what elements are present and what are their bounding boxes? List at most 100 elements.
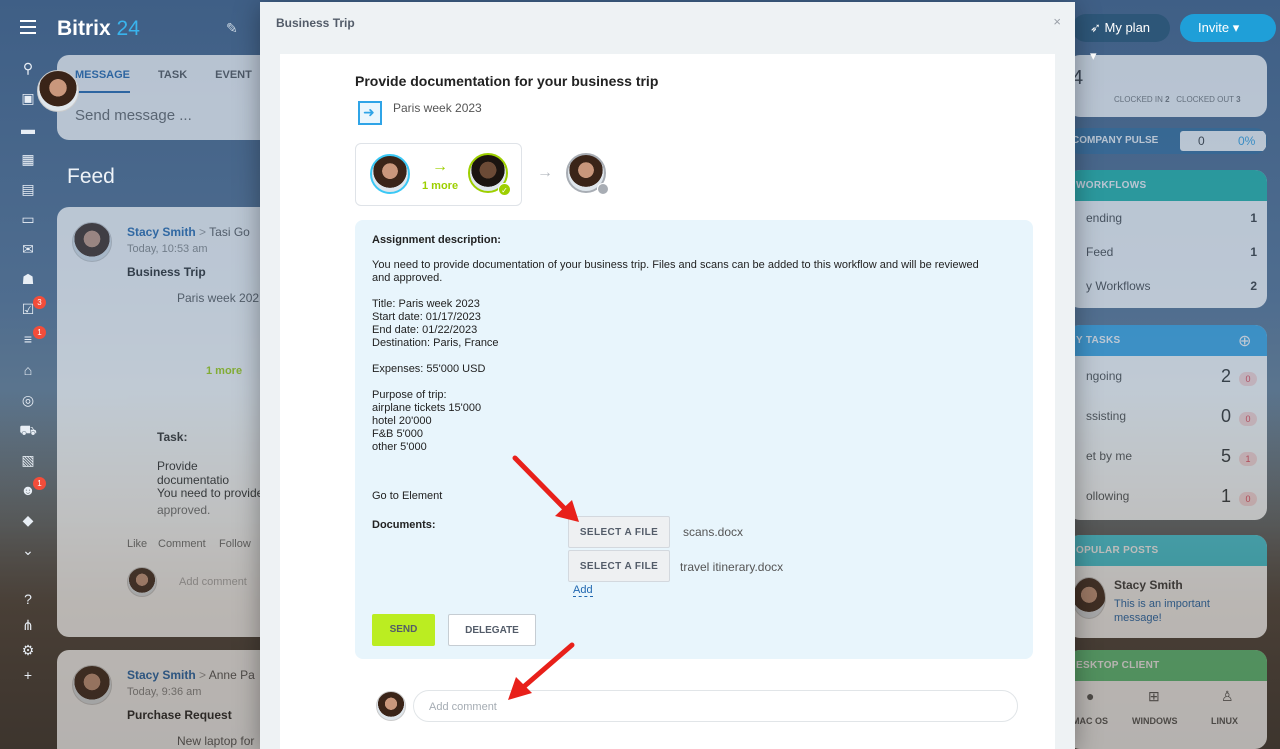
tab-message[interactable]: MESSAGE <box>75 69 131 93</box>
popular-author[interactable]: Stacy Smith <box>1114 578 1183 592</box>
post-document[interactable]: New laptop for <box>177 734 254 748</box>
sidebar-feed-icon[interactable]: ▣ <box>19 89 37 107</box>
desktop-title: ESKTOP CLIENT <box>1068 650 1267 681</box>
trip-detail: Destination: Paris, France <box>372 337 499 349</box>
task-row[interactable]: ngoing 2 0 <box>1068 356 1267 396</box>
task-row[interactable]: et by me 5 1 <box>1068 436 1267 476</box>
avatar[interactable] <box>37 70 79 112</box>
my-plan-button[interactable]: ➶ My plan ▾ <box>1072 14 1170 63</box>
page-title: Provide documentation for your business … <box>355 73 659 89</box>
post-follow[interactable]: Follow <box>219 538 251 550</box>
popular-text[interactable]: This is an important message! <box>1114 597 1254 625</box>
select-file-button[interactable]: SELECT A FILE <box>568 550 670 582</box>
right-column: ➶ My plan ▾ Invite ▾ 4 CLOCKED IN 2 CLOC… <box>1068 0 1280 749</box>
sidebar-more-icon[interactable]: ⌄ <box>19 541 37 559</box>
task-label: et by me <box>1086 449 1133 463</box>
avatar[interactable] <box>72 222 112 262</box>
workflow-participants: → 1 more ✓ <box>355 143 522 206</box>
purpose-item: airplane tickets 15'000 <box>372 402 482 414</box>
sidebar-docs-icon[interactable]: ▤ <box>19 180 37 198</box>
participant-avatar[interactable] <box>370 154 410 194</box>
avatar <box>1072 577 1106 619</box>
app-logo[interactable]: Bitrix 24 <box>57 17 140 41</box>
send-message-input[interactable]: Send message ... <box>57 93 272 124</box>
client-macos[interactable]: MAC OS <box>1072 716 1108 726</box>
task-count: 5 <box>1220 445 1231 466</box>
purpose-item: hotel 20'000 <box>372 415 432 427</box>
documents-label: Documents: <box>372 519 436 531</box>
sidebar-box-icon[interactable]: ◆ <box>19 511 37 529</box>
post-author[interactable]: Stacy Smith <box>127 225 196 239</box>
workflow-row[interactable]: ending 1 <box>1068 201 1267 235</box>
invite-button[interactable]: Invite ▾ <box>1180 14 1276 42</box>
purpose-item: other 5'000 <box>372 441 427 453</box>
sidebar-structure-icon[interactable]: ⋔ <box>19 616 37 634</box>
add-icon[interactable]: + <box>19 666 37 684</box>
brand-name: Bitrix <box>57 17 111 40</box>
sidebar-mail-icon[interactable]: ✉ <box>19 240 37 258</box>
sidebar-badge: 3 <box>33 296 46 309</box>
add-task-icon[interactable]: ⊕ <box>1238 331 1251 351</box>
add-file-link[interactable]: Add <box>573 584 593 597</box>
trip-detail: Title: Paris week 2023 <box>372 298 480 310</box>
flow-more-link[interactable]: 1 more <box>422 180 458 192</box>
workflow-row[interactable]: Feed 1 <box>1068 235 1267 269</box>
workflows-title: WORKFLOWS <box>1068 170 1267 201</box>
document-name[interactable]: Paris week 2023 <box>393 101 482 115</box>
send-button[interactable]: SEND <box>372 614 435 646</box>
left-sidebar: ⚲ ▣ ▬ ▦ ▤ ▭ ✉ ☗ ☑ 3 ≡ 1 ⌂ ◎ ⛟ ▧ ☻ 1 ◆ ⌄ … <box>0 0 56 749</box>
tab-task[interactable]: TASK <box>158 69 187 93</box>
client-windows[interactable]: WINDOWS <box>1132 716 1178 726</box>
post-time: Today, 9:36 am <box>127 686 202 698</box>
file-name: scans.docx <box>683 525 744 539</box>
menu-icon[interactable] <box>20 20 36 34</box>
task-count: 0 <box>1220 405 1231 426</box>
sidebar-chat-icon[interactable]: ▬ <box>19 120 37 138</box>
post-comment[interactable]: Comment <box>158 538 206 550</box>
workflow-count: 1 <box>1250 211 1257 225</box>
client-linux[interactable]: LINUX <box>1211 716 1238 726</box>
close-icon[interactable]: × <box>1053 14 1061 29</box>
desktop-client-widget: ESKTOP CLIENT ● MAC OS ⊞ WINDOWS ♙ LINUX <box>1068 650 1267 749</box>
brand-number: 24 <box>116 17 140 40</box>
task-pill: 0 <box>1239 491 1257 506</box>
company-pulse[interactable]: COMPANY PULSE 0 0% <box>1068 128 1267 154</box>
post-task-text: approved. <box>157 503 211 517</box>
avatar <box>376 691 406 721</box>
post-recipient[interactable]: Anne Pa <box>209 668 255 682</box>
sidebar-drive-icon[interactable]: ▭ <box>19 210 37 228</box>
sidebar-groups-icon[interactable]: ☗ <box>19 270 37 288</box>
post-recipient[interactable]: Tasi Go <box>209 225 250 239</box>
purpose-title: Purpose of trip: <box>372 389 447 401</box>
post-comment-input[interactable]: Add comment <box>179 576 247 588</box>
arrow-right-icon: → <box>537 164 553 181</box>
sidebar-contacts-icon[interactable]: ▧ <box>19 451 37 469</box>
edit-icon[interactable]: ✎ <box>226 20 238 37</box>
sidebar-pin-icon[interactable]: ⚲ <box>19 59 37 77</box>
post-like[interactable]: Like <box>127 538 147 550</box>
settings-icon[interactable]: ⚙ <box>19 641 37 659</box>
go-to-element-link[interactable]: Go to Element <box>372 490 442 503</box>
workflow-row[interactable]: y Workflows 2 <box>1068 269 1267 303</box>
sidebar-calendar-icon[interactable]: ▦ <box>19 150 37 168</box>
help-icon[interactable]: ? <box>19 590 37 608</box>
tab-event[interactable]: EVENT <box>215 69 252 93</box>
task-pill: 1 <box>1239 451 1257 466</box>
sidebar-crm-icon[interactable]: ⌂ <box>19 361 37 379</box>
windows-icon: ⊞ <box>1148 688 1160 704</box>
post-document[interactable]: Paris week 202 <box>177 291 259 305</box>
workflow-label: Feed <box>1086 245 1114 259</box>
sidebar-badge: 1 <box>33 326 46 339</box>
task-count: 2 <box>1220 365 1231 386</box>
sidebar-shop-icon[interactable]: ⛟ <box>19 421 37 439</box>
task-label: ollowing <box>1086 489 1130 503</box>
post-author[interactable]: Stacy Smith <box>127 668 196 682</box>
task-row[interactable]: ssisting 0 0 <box>1068 396 1267 436</box>
annotation-arrow <box>512 455 579 522</box>
annotation-arrow <box>508 642 575 700</box>
task-pill: 0 <box>1239 371 1257 386</box>
avatar[interactable] <box>72 665 112 705</box>
document-icon[interactable] <box>358 101 382 125</box>
sidebar-target-icon[interactable]: ◎ <box>19 391 37 409</box>
task-row[interactable]: ollowing 1 0 <box>1068 476 1267 516</box>
